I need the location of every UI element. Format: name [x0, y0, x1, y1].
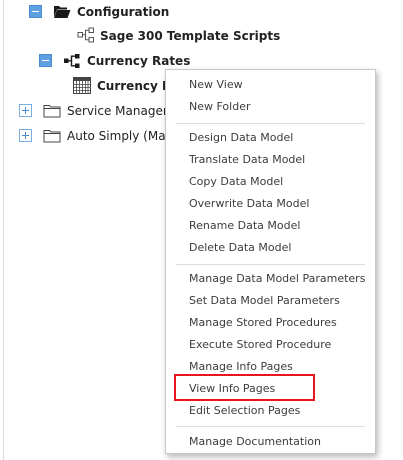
menu-item-new-view[interactable]: New View: [189, 75, 243, 95]
menu-item-set-data-model-parameters[interactable]: Set Data Model Parameters: [189, 291, 340, 311]
menu-separator: [176, 426, 365, 427]
folder-icon: [43, 105, 61, 118]
menu-item-manage-stored-procedures[interactable]: Manage Stored Procedures: [189, 313, 337, 333]
tree-node-configuration[interactable]: Configuration: [0, 1, 169, 23]
menu-item-overwrite-data-model[interactable]: Overwrite Data Model: [189, 194, 309, 214]
collapse-icon[interactable]: [29, 5, 42, 18]
table-icon: [73, 77, 91, 94]
folder-icon: [43, 130, 61, 143]
open-folder-icon: [54, 6, 71, 18]
tree-node-currency-rates[interactable]: Currency Rates: [0, 50, 190, 72]
menu-item-manage-documentation[interactable]: Manage Documentation: [189, 432, 321, 452]
context-menu: New View New Folder Design Data Model Tr…: [165, 69, 376, 454]
hierarchy-icon: [77, 27, 94, 43]
hierarchy-icon: [64, 54, 80, 68]
tree-node-currency-rates-view[interactable]: Currency Rat: [0, 75, 185, 97]
menu-item-design-data-model[interactable]: Design Data Model: [189, 128, 293, 148]
menu-item-translate-data-model[interactable]: Translate Data Model: [189, 150, 305, 170]
tree-node-sage-300-template-scripts[interactable]: Sage 300 Template Scripts: [0, 25, 280, 47]
menu-item-new-folder[interactable]: New Folder: [189, 97, 250, 117]
expand-icon[interactable]: [19, 129, 32, 142]
menu-item-copy-data-model[interactable]: Copy Data Model: [189, 172, 283, 192]
menu-item-edit-selection-pages[interactable]: Edit Selection Pages: [189, 401, 300, 421]
tree-node-auto-simply[interactable]: Auto Simply (Manu: [0, 125, 181, 147]
tree-node-label: Sage 300 Template Scripts: [100, 29, 281, 43]
menu-separator: [176, 264, 365, 265]
menu-item-delete-data-model[interactable]: Delete Data Model: [189, 238, 291, 258]
menu-item-manage-data-model-parameters[interactable]: Manage Data Model Parameters: [189, 269, 365, 289]
tree-node-label: Auto Simply (Manu: [67, 129, 181, 143]
menu-item-view-info-pages[interactable]: View Info Pages: [189, 379, 275, 399]
expand-icon[interactable]: [19, 104, 32, 117]
menu-separator: [176, 123, 365, 124]
menu-item-manage-info-pages[interactable]: Manage Info Pages: [189, 357, 293, 377]
menu-item-rename-data-model[interactable]: Rename Data Model: [189, 216, 300, 236]
tree-node-label: Service Manager: [67, 104, 168, 118]
tree-node-label: Configuration: [77, 5, 170, 19]
tree-node-service-manager[interactable]: Service Manager: [0, 100, 168, 122]
menu-item-execute-stored-procedure[interactable]: Execute Stored Procedure: [189, 335, 331, 355]
collapse-icon[interactable]: [39, 54, 52, 67]
